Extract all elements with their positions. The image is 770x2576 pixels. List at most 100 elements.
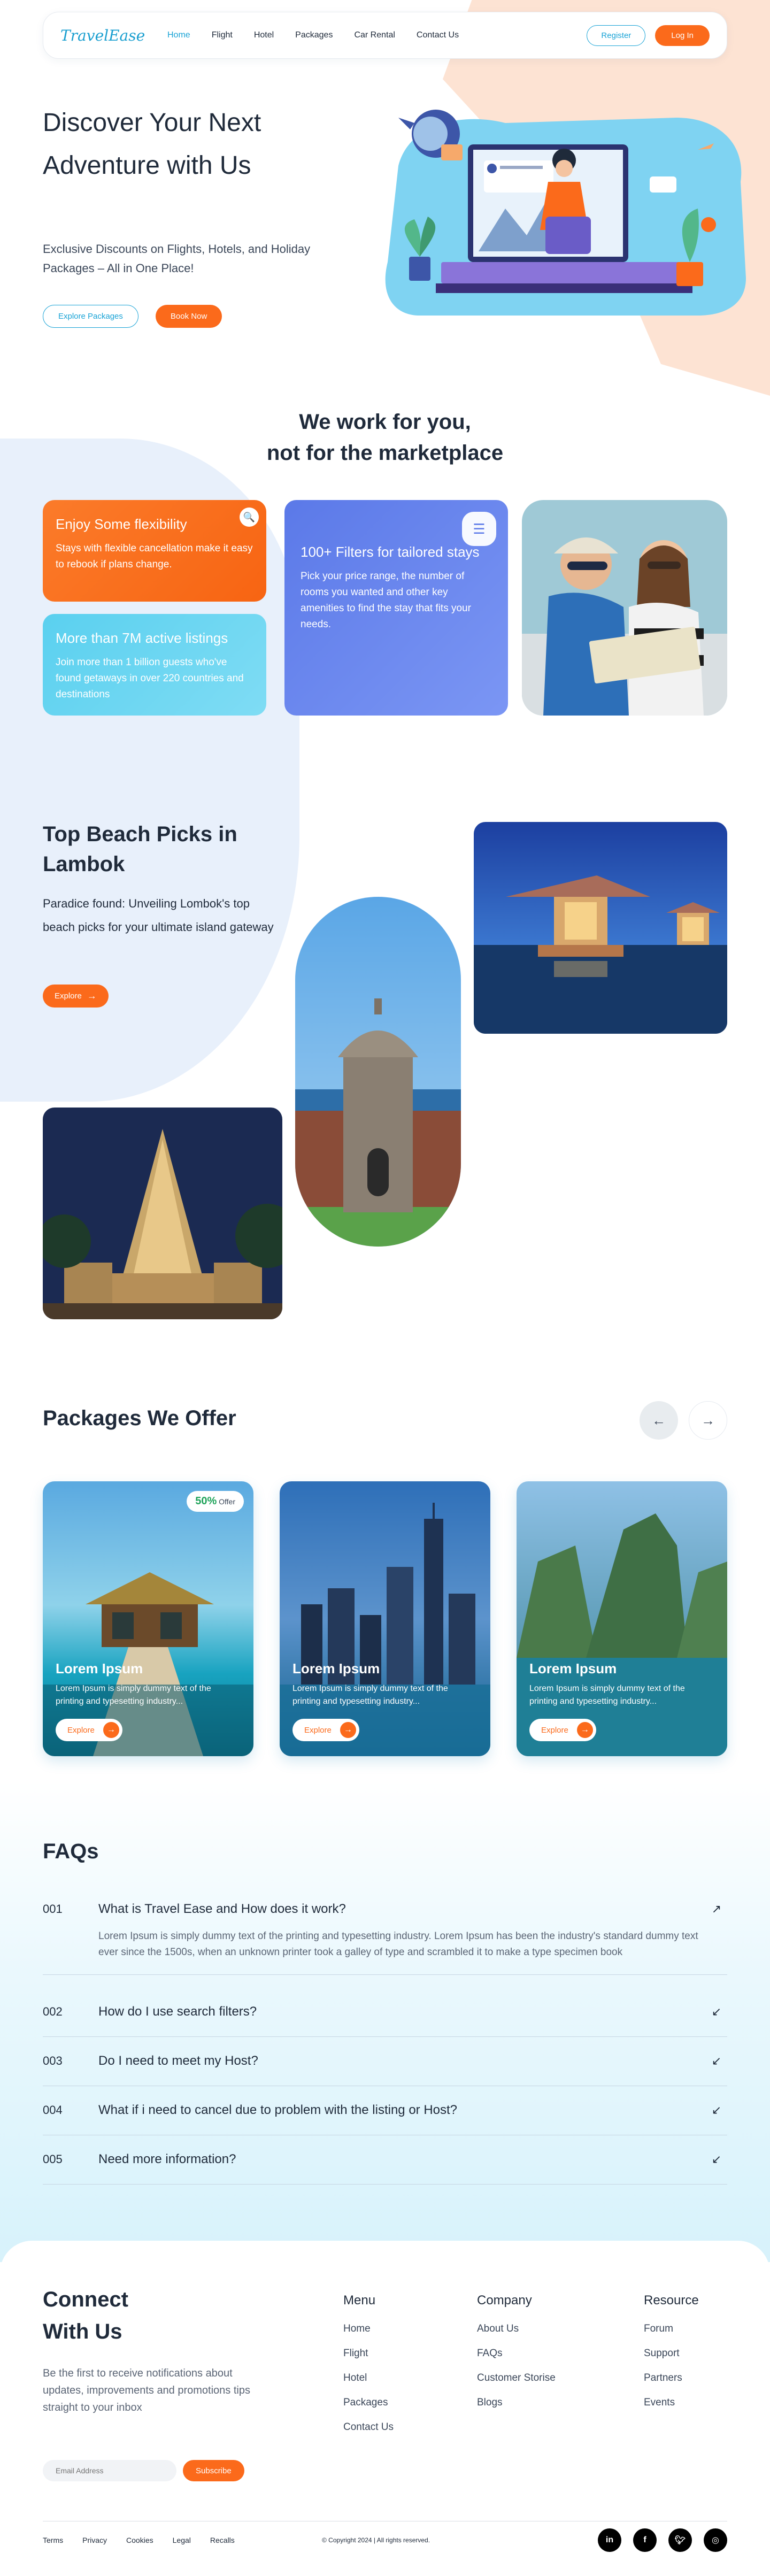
logo[interactable]: TravelEase — [60, 27, 167, 44]
legal-link-privacy[interactable]: Privacy — [82, 2536, 107, 2544]
arrow-right-icon: → — [87, 990, 97, 1001]
subscribe-button[interactable]: Subscribe — [183, 2460, 244, 2481]
offer-label: Offer — [219, 1497, 235, 1506]
package-explore-button[interactable]: Explore → — [292, 1719, 359, 1741]
faq-number: 005 — [43, 2152, 63, 2166]
offer-percent: 50% — [195, 1495, 217, 1507]
package-explore-button[interactable]: Explore → — [56, 1719, 122, 1741]
footer-link-forum[interactable]: Forum — [644, 2323, 699, 2335]
footer-link-about[interactable]: About Us — [477, 2323, 556, 2335]
footer-menu-title: Menu — [343, 2293, 376, 2308]
nav-contact-us[interactable]: Contact Us — [417, 30, 459, 40]
legal-link-legal[interactable]: Legal — [173, 2536, 191, 2544]
faq-number: 002 — [43, 2005, 63, 2018]
footer-company-column: Company About Us FAQs Customer Storise B… — [477, 2293, 556, 2421]
footer-bottom-bar: Terms Privacy Cookies Legal Recalls © Co… — [43, 2521, 727, 2558]
package-content: Lorem Ipsum Lorem Ipsum is simply dummy … — [292, 1660, 478, 1741]
book-now-button[interactable]: Book Now — [155, 305, 222, 328]
footer-menu-column: Menu Home Flight Hotel Packages Contact … — [343, 2293, 394, 2446]
legal-link-cookies[interactable]: Cookies — [126, 2536, 153, 2544]
footer-link-events[interactable]: Events — [644, 2397, 699, 2409]
legal-link-terms[interactable]: Terms — [43, 2536, 63, 2544]
beach-explore-label: Explore — [55, 991, 82, 1001]
arrow-down-left-icon[interactable]: ↙ — [706, 2103, 727, 2117]
beach-explore-button[interactable]: Explore → — [43, 985, 109, 1008]
listings-card: More than 7M active listings Join more t… — [43, 614, 266, 716]
footer-link-flight[interactable]: Flight — [343, 2348, 394, 2359]
faq-number: 003 — [43, 2054, 63, 2067]
main-nav: Home Flight Hotel Packages Car Rental Co… — [167, 30, 459, 40]
hero-buttons: Explore Packages Book Now — [43, 305, 222, 328]
package-card[interactable]: 50% Offer Lorem Ipsum Lorem Ipsum is sim… — [43, 1481, 253, 1756]
package-description: Lorem Ipsum is simply dummy text of the … — [56, 1684, 211, 1706]
temple-photo-image — [43, 1108, 282, 1319]
faq-question-row[interactable]: 001 What is Travel Ease and How does it … — [43, 1885, 727, 1934]
footer-link-packages[interactable]: Packages — [343, 2397, 394, 2409]
faq-question: How do I use search filters? — [98, 2004, 257, 2019]
legal-link-recalls[interactable]: Recalls — [210, 2536, 235, 2544]
arrow-left-icon: ← — [652, 1412, 666, 1428]
arrow-down-left-icon[interactable]: ↙ — [706, 2054, 727, 2068]
footer-link-support[interactable]: Support — [644, 2348, 699, 2359]
linkedin-icon[interactable]: in — [598, 2528, 621, 2552]
arrow-down-left-icon[interactable]: ↙ — [706, 2005, 727, 2019]
package-title: Lorem Ipsum — [56, 1660, 143, 1677]
faq-question-row[interactable]: 002 How do I use search filters? ↙ — [43, 1987, 727, 2036]
instagram-icon[interactable]: ◎ — [704, 2528, 727, 2552]
faq-item: 005 Need more information? ↙ — [43, 2135, 727, 2185]
nav-hotel[interactable]: Hotel — [254, 30, 274, 40]
footer-link-blogs[interactable]: Blogs — [477, 2397, 556, 2409]
work-section-title: We work for you, not for the marketplace — [0, 406, 770, 468]
email-input[interactable] — [43, 2460, 176, 2481]
explore-packages-button[interactable]: Explore Packages — [43, 305, 138, 328]
faq-question-row[interactable]: 003 Do I need to meet my Host? ↙ — [43, 2036, 727, 2086]
faq-question-row[interactable]: 004 What if i need to cancel due to prob… — [43, 2086, 727, 2135]
arrow-down-left-icon[interactable]: ↙ — [706, 2152, 727, 2166]
connect-title: Connect With Us — [43, 2283, 128, 2348]
work-title-line2: not for the marketplace — [266, 441, 504, 465]
footer-link-stories[interactable]: Customer Storise — [477, 2372, 556, 2384]
lighthouse-photo — [474, 822, 727, 1034]
package-explore-label: Explore — [541, 1725, 568, 1735]
search-icon[interactable]: 🔍 — [240, 507, 259, 527]
fort-photo-image — [295, 897, 461, 1247]
twitter-icon[interactable]: 🐦︎ — [668, 2528, 692, 2552]
footer-link-hotel[interactable]: Hotel — [343, 2372, 394, 2384]
footer-link-home[interactable]: Home — [343, 2323, 394, 2335]
faq-number: 004 — [43, 2103, 63, 2117]
faq-question-row[interactable]: 005 Need more information? ↙ — [43, 2135, 727, 2184]
work-title-line1: We work for you, — [299, 410, 471, 434]
flexibility-card-title: Enjoy Some flexibility — [56, 516, 187, 532]
packages-next-button[interactable]: → — [689, 1401, 727, 1440]
faq-item: 004 What if i need to cancel due to prob… — [43, 2086, 727, 2135]
register-button[interactable]: Register — [587, 25, 646, 46]
package-title: Lorem Ipsum — [529, 1660, 617, 1677]
filters-card-title: 100+ Filters for tailored stays — [301, 544, 480, 560]
arrow-right-icon: → — [576, 1722, 593, 1738]
faq-question: Do I need to meet my Host? — [98, 2054, 258, 2068]
nav-car-rental[interactable]: Car Rental — [354, 30, 395, 40]
facebook-icon[interactable]: f — [633, 2528, 657, 2552]
package-card[interactable]: Lorem Ipsum Lorem Ipsum is simply dummy … — [517, 1481, 727, 1756]
package-explore-button[interactable]: Explore → — [529, 1719, 596, 1741]
package-title: Lorem Ipsum — [292, 1660, 380, 1677]
nav-packages[interactable]: Packages — [295, 30, 333, 40]
filter-sliders-icon[interactable]: ☰ — [462, 512, 496, 546]
package-explore-label: Explore — [304, 1725, 332, 1735]
packages-prev-button[interactable]: ← — [640, 1401, 678, 1440]
nav-flight[interactable]: Flight — [212, 30, 233, 40]
login-button[interactable]: Log In — [655, 25, 710, 46]
footer-link-faqs[interactable]: FAQs — [477, 2348, 556, 2359]
arrow-up-right-icon[interactable]: ↗ — [706, 1902, 727, 1916]
connect-title-line1: Connect — [43, 2288, 128, 2311]
package-card[interactable]: Lorem Ipsum Lorem Ipsum is simply dummy … — [280, 1481, 490, 1756]
flexibility-card: 🔍 Enjoy Some flexibility Stays with flex… — [43, 500, 266, 602]
footer-link-partners[interactable]: Partners — [644, 2372, 699, 2384]
footer-link-contact[interactable]: Contact Us — [343, 2421, 394, 2433]
filters-card: ☰ 100+ Filters for tailored stays Pick y… — [284, 500, 508, 716]
nav-home[interactable]: Home — [167, 30, 190, 40]
offer-badge: 50% Offer — [187, 1491, 244, 1512]
faq-item: 001 What is Travel Ease and How does it … — [43, 1885, 727, 1975]
beach-section-subtitle: Paradice found: Unveiling Lombok's top b… — [43, 897, 274, 934]
arrow-right-icon: → — [701, 1412, 715, 1428]
